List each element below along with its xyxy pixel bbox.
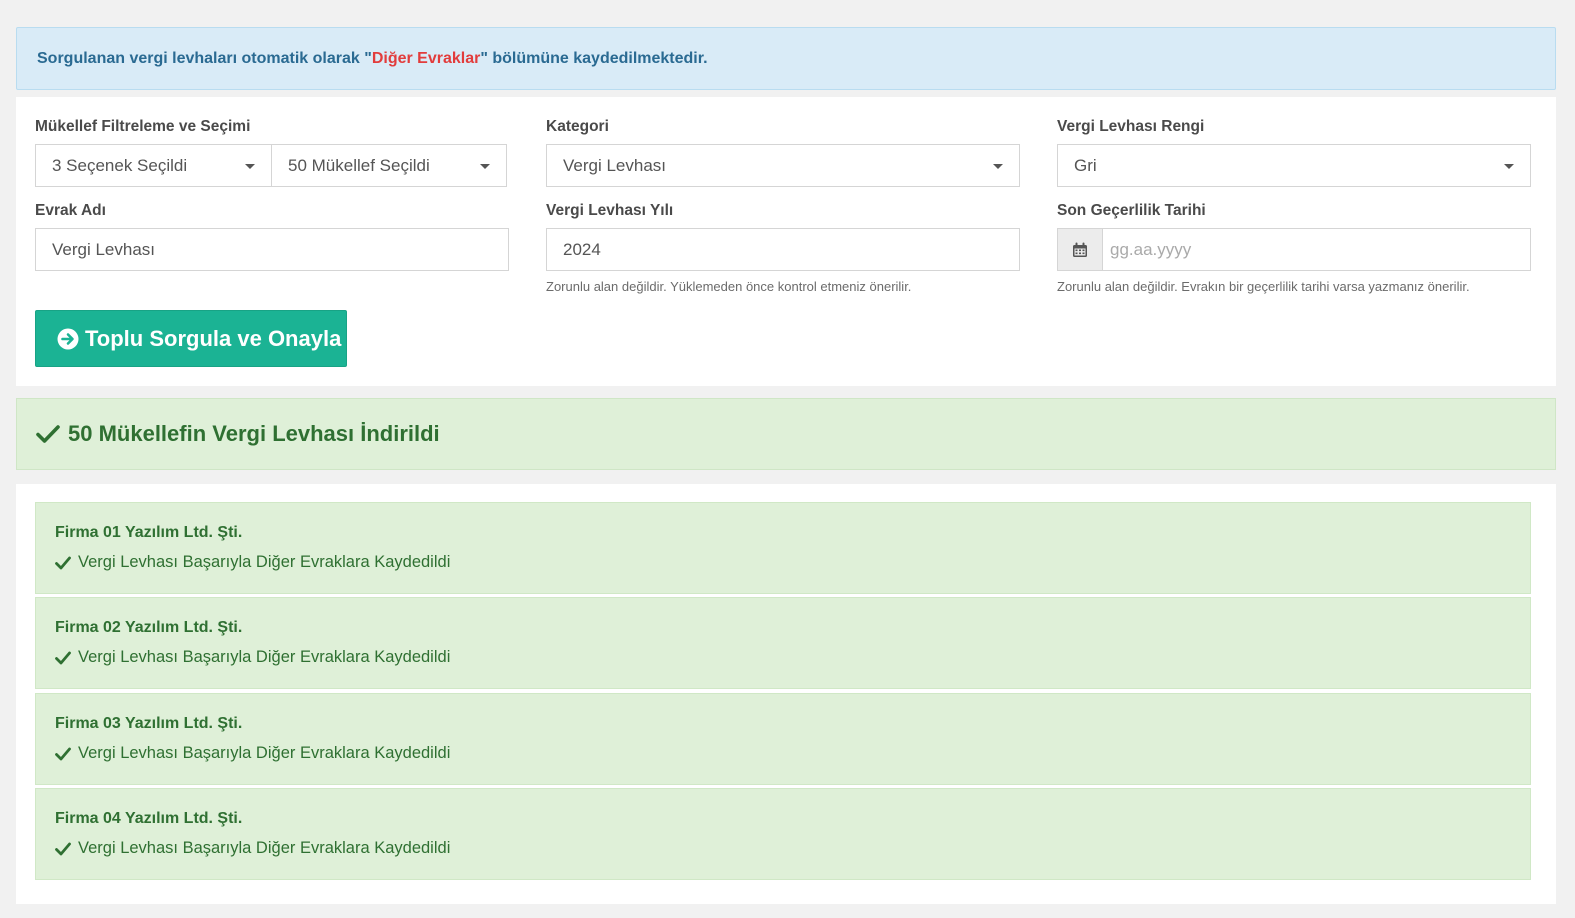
- plate-color-label: Vergi Levhası Rengi: [1057, 118, 1205, 135]
- result-status-text: Vergi Levhası Başarıyla Diğer Evraklara …: [78, 744, 451, 762]
- expiry-date-help: Zorunlu alan değildir. Evrakın bir geçer…: [1057, 279, 1470, 294]
- options-select-caret-icon: [245, 163, 255, 169]
- result-item: Firma 02 Yazılım Ltd. Şti. Vergi Levhası…: [35, 597, 1531, 689]
- document-name-label: Evrak Adı: [35, 202, 106, 219]
- plate-year-input[interactable]: 2024: [546, 228, 1020, 271]
- plate-year-label: Vergi Levhası Yılı: [546, 202, 674, 219]
- result-status: Vergi Levhası Başarıyla Diğer Evraklara …: [55, 839, 450, 858]
- plate-color-select-value: Gri: [1074, 155, 1097, 175]
- expiry-date-group: [1057, 228, 1531, 271]
- calendar-icon[interactable]: [1058, 229, 1103, 270]
- document-name-input[interactable]: Vergi Levhası: [35, 228, 509, 271]
- result-status-text: Vergi Levhası Başarıyla Diğer Evraklara …: [78, 553, 451, 571]
- result-status: Vergi Levhası Başarıyla Diğer Evraklara …: [55, 648, 450, 667]
- category-select[interactable]: Vergi Levhası: [546, 144, 1020, 187]
- result-status: Vergi Levhası Başarıyla Diğer Evraklara …: [55, 553, 450, 572]
- document-name-value: Vergi Levhası: [52, 239, 156, 259]
- result-item: Firma 01 Yazılım Ltd. Şti. Vergi Levhası…: [35, 502, 1531, 594]
- plate-color-select[interactable]: Gri: [1057, 144, 1531, 187]
- taxpayers-select-caret-icon: [480, 163, 490, 169]
- check-icon: [55, 842, 71, 856]
- info-alert-prefix: Sorgulanan vergi levhaları otomatik olar…: [37, 49, 372, 67]
- plate-year-value: 2024: [563, 239, 601, 259]
- bulk-query-approve-button[interactable]: Toplu Sorgula ve Onayla: [35, 310, 347, 367]
- success-banner: 50 Mükellefin Vergi Levhası İndirildi: [16, 398, 1556, 470]
- options-select-value: 3 Seçenek Seçildi: [52, 155, 188, 175]
- category-label: Kategori: [546, 118, 609, 135]
- result-status-text: Vergi Levhası Başarıyla Diğer Evraklara …: [78, 648, 451, 666]
- category-select-caret-icon: [993, 163, 1003, 169]
- success-banner-text: 50 Mükellefin Vergi Levhası İndirildi: [68, 421, 440, 446]
- form-panel: Mükellef Filtreleme ve Seçimi 3 Seçenek …: [16, 97, 1556, 386]
- check-icon: [55, 651, 71, 665]
- info-alert-suffix: " bölümüne kaydedilmektedir.: [480, 49, 708, 67]
- taxpayers-select[interactable]: 50 Mükellef Seçildi: [271, 144, 507, 187]
- result-status-text: Vergi Levhası Başarıyla Diğer Evraklara …: [78, 839, 451, 857]
- plate-year-help: Zorunlu alan değildir. Yüklemeden önce k…: [546, 279, 912, 294]
- result-company-name: Firma 02 Yazılım Ltd. Şti.: [55, 619, 243, 636]
- bulk-query-approve-label: Toplu Sorgula ve Onayla: [85, 325, 342, 351]
- taxpayers-select-value: 50 Mükellef Seçildi: [288, 155, 430, 175]
- result-company-name: Firma 01 Yazılım Ltd. Şti.: [55, 524, 243, 541]
- check-icon: [36, 424, 60, 444]
- check-icon: [55, 747, 71, 761]
- result-company-name: Firma 04 Yazılım Ltd. Şti.: [55, 810, 243, 827]
- category-select-value: Vergi Levhası: [563, 155, 667, 175]
- results-panel: Firma 01 Yazılım Ltd. Şti. Vergi Levhası…: [16, 484, 1556, 904]
- expiry-date-label: Son Geçerlilik Tarihi: [1057, 202, 1206, 219]
- info-alert: Sorgulanan vergi levhaları otomatik olar…: [16, 27, 1556, 90]
- result-item: Firma 03 Yazılım Ltd. Şti. Vergi Levhası…: [35, 693, 1531, 785]
- arrow-circle-right-icon: [57, 328, 79, 350]
- options-select[interactable]: 3 Seçenek Seçildi: [35, 144, 272, 187]
- info-alert-highlight: Diğer Evraklar: [371, 49, 481, 67]
- result-company-name: Firma 03 Yazılım Ltd. Şti.: [55, 715, 243, 732]
- plate-color-select-caret-icon: [1504, 163, 1514, 169]
- check-icon: [55, 556, 71, 570]
- expiry-date-input[interactable]: [1103, 229, 1530, 270]
- result-status: Vergi Levhası Başarıyla Diğer Evraklara …: [55, 744, 450, 763]
- result-item: Firma 04 Yazılım Ltd. Şti. Vergi Levhası…: [35, 788, 1531, 880]
- taxpayer-filter-label: Mükellef Filtreleme ve Seçimi: [35, 118, 251, 135]
